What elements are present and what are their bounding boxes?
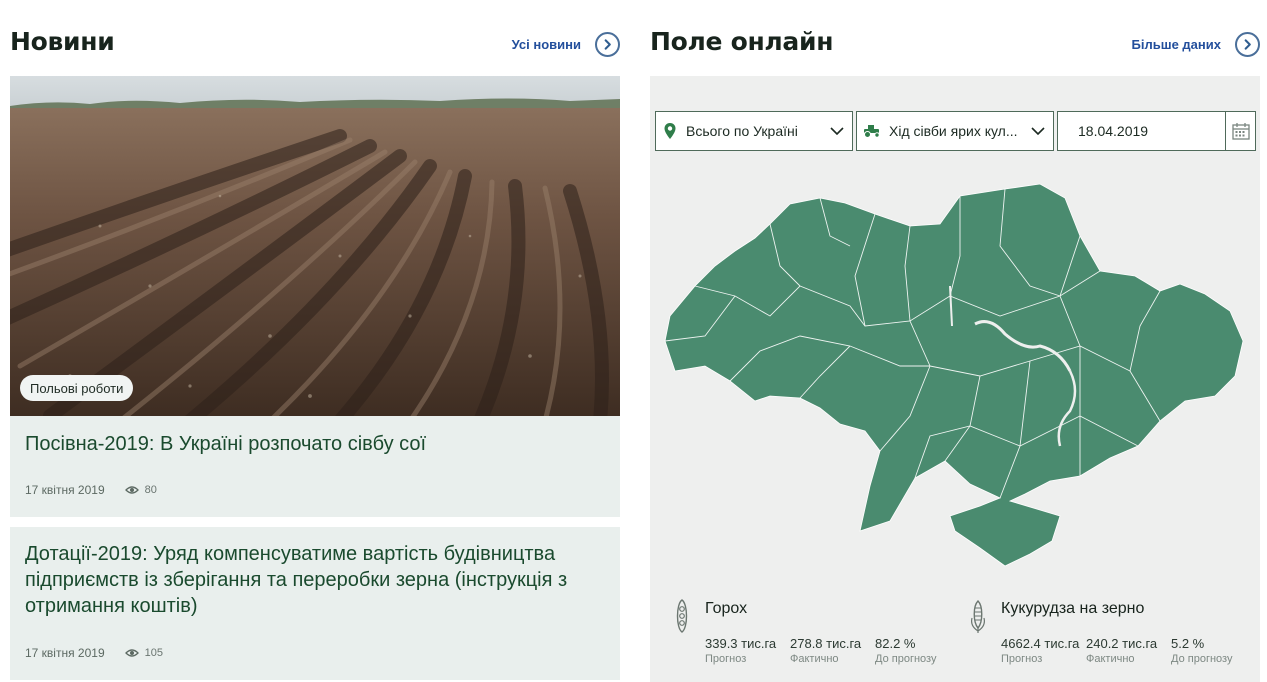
stat-actual: 278.8 тис.га Фактично	[790, 636, 875, 667]
ukraine-map[interactable]	[660, 176, 1250, 581]
tractor-icon	[864, 125, 880, 138]
percent-value: 5.2 %	[1171, 636, 1205, 651]
news-image[interactable]: Польові роботи	[10, 76, 620, 416]
news-date: 17 квітня 2019	[25, 483, 105, 497]
stat-actual: 240.2 тис.га Фактично	[1086, 636, 1171, 667]
news-section: Новини Усі новини Польові роботи Посівна…	[10, 0, 620, 682]
calendar-button[interactable]	[1225, 112, 1255, 150]
region-select[interactable]: Всього по Україні	[655, 111, 853, 151]
forecast-value: 4662.4 тис.га	[1001, 636, 1080, 651]
actual-label: Фактично	[790, 653, 839, 665]
news-headline[interactable]: Дотації-2019: Уряд компенсуватиме вартіс…	[25, 541, 610, 619]
field-header: Поле онлайн Більше даних	[650, 22, 1260, 62]
forecast-value: 339.3 тис.га	[705, 636, 777, 651]
stat-percent: 5.2 % До прогнозу	[1171, 636, 1256, 667]
crop-name: Горох	[705, 600, 748, 617]
crop-name: Кукурудза на зерно	[1001, 600, 1145, 617]
actual-value: 240.2 тис.га	[1086, 636, 1158, 651]
field-online-section: Поле онлайн Більше даних Всього по Украї…	[650, 0, 1260, 682]
more-data-link[interactable]: Більше даних	[1131, 31, 1260, 57]
region-select-value: Всього по Україні	[686, 123, 798, 139]
field-map-panel: Всього по Україні Хід сівби ярих кул... …	[650, 76, 1260, 682]
forecast-label: Прогноз	[705, 653, 747, 665]
chevron-right-icon[interactable]	[1235, 31, 1260, 57]
date-field[interactable]: 18.04.2019	[1057, 111, 1256, 151]
category-tag[interactable]: Польові роботи	[20, 375, 134, 401]
eye-icon	[124, 486, 139, 494]
news-card[interactable]: Польові роботи Посівна-2019: В Україні р…	[10, 76, 620, 517]
location-pin-icon	[664, 123, 676, 139]
chevron-down-icon	[830, 127, 844, 135]
chevron-down-icon	[1031, 127, 1045, 135]
more-data-label: Більше даних	[1131, 36, 1221, 52]
actual-label: Фактично	[1086, 653, 1135, 665]
view-count: 80	[144, 484, 157, 496]
stat-forecast: 4662.4 тис.га Прогноз	[1001, 636, 1086, 667]
crop-summary: Кукурудза на зерно 4662.4 тис.га Прогноз…	[968, 596, 1258, 682]
corn-icon	[971, 600, 985, 633]
all-news-label: Усі новини	[511, 36, 581, 52]
actual-value: 278.8 тис.га	[790, 636, 862, 651]
news-meta: 17 квітня 2019 105	[25, 646, 163, 660]
all-news-link[interactable]: Усі новини	[511, 31, 620, 57]
news-headline[interactable]: Посівна-2019: В Україні розпочато сівбу …	[25, 431, 605, 457]
stat-percent: 82.2 % До прогнозу	[875, 636, 960, 667]
crop-summary: Горох 339.3 тис.га Прогноз 278.8 тис.га …	[672, 596, 962, 682]
view-count: 105	[144, 647, 163, 659]
stat-forecast: 339.3 тис.га Прогноз	[705, 636, 790, 667]
forecast-label: Прогноз	[1001, 653, 1043, 665]
crop-select[interactable]: Хід сівби ярих кул...	[856, 111, 1054, 151]
pea-icon	[676, 599, 688, 633]
percent-label: До прогнозу	[1171, 653, 1233, 665]
eye-icon	[124, 649, 139, 657]
news-card[interactable]: Дотації-2019: Уряд компенсуватиме вартіс…	[10, 527, 620, 680]
percent-label: До прогнозу	[875, 653, 937, 665]
percent-value: 82.2 %	[875, 636, 916, 651]
chevron-right-icon[interactable]	[595, 31, 620, 57]
news-title: Новини	[10, 27, 115, 56]
news-header: Новини Усі новини	[10, 22, 620, 62]
news-meta: 17 квітня 2019 80	[25, 483, 157, 497]
ukraine-map-shape[interactable]	[664, 183, 1244, 567]
crop-select-value: Хід сівби ярих кул...	[889, 123, 1018, 139]
calendar-icon	[1231, 123, 1250, 140]
date-value: 18.04.2019	[1078, 123, 1149, 139]
field-title: Поле онлайн	[650, 27, 834, 56]
news-date: 17 квітня 2019	[25, 646, 105, 660]
